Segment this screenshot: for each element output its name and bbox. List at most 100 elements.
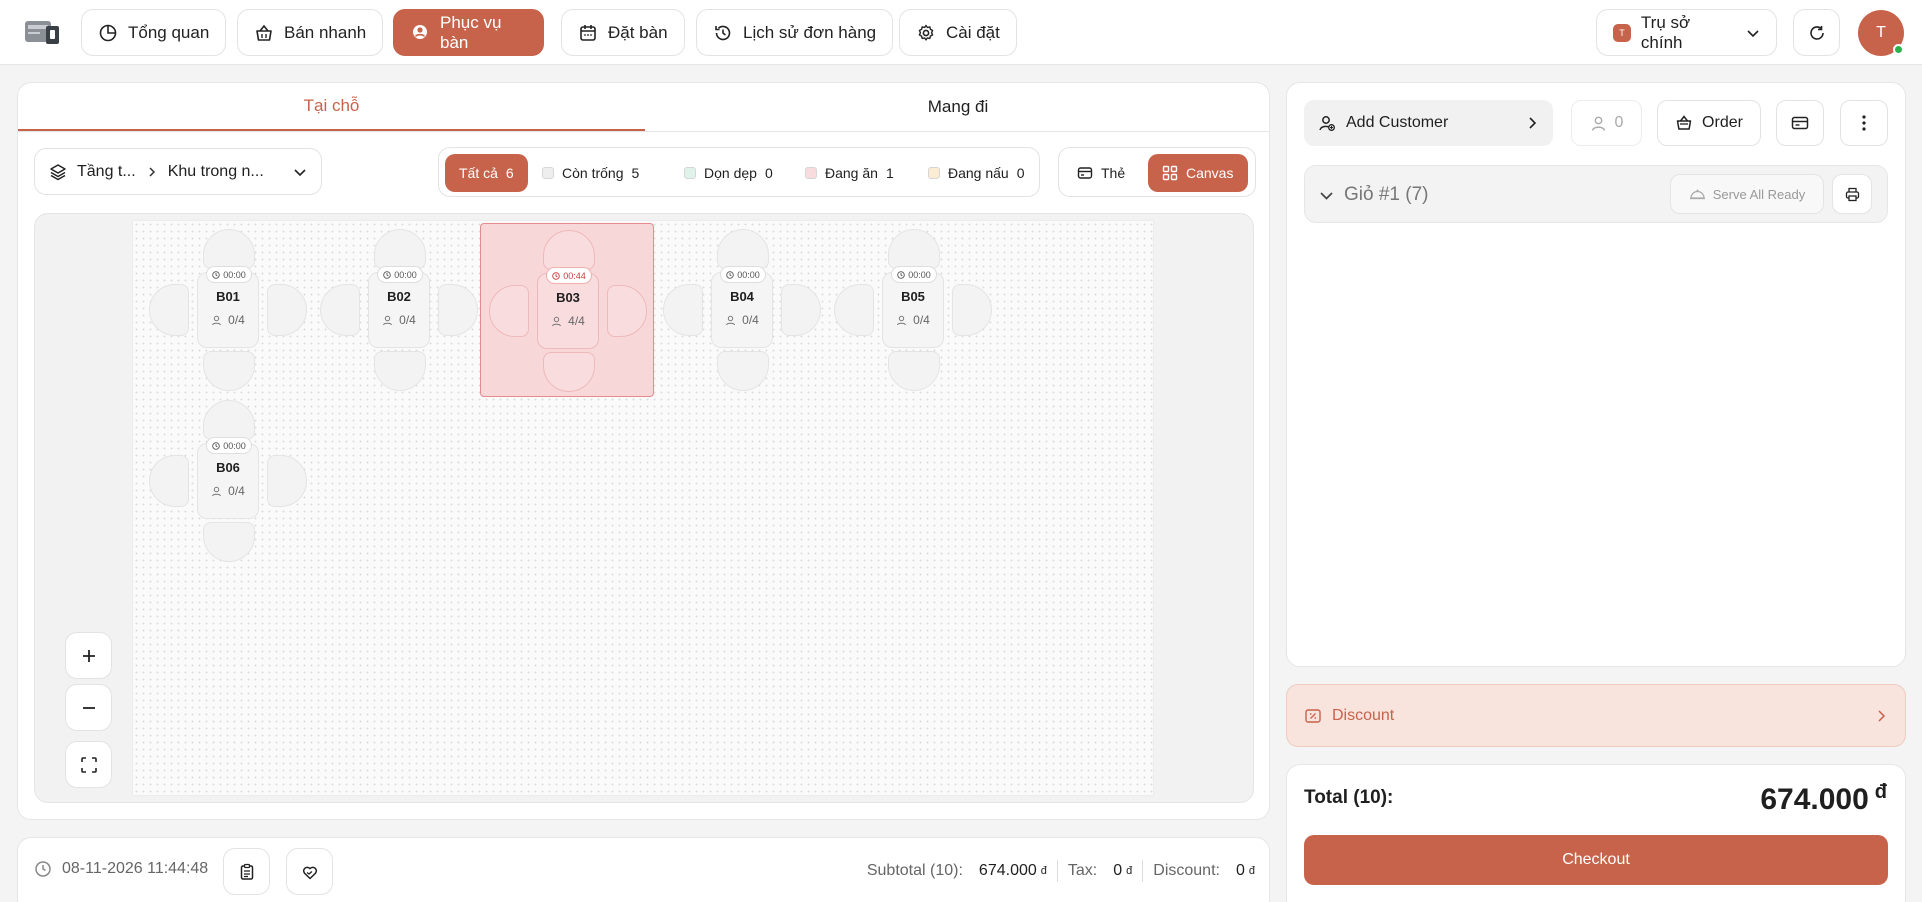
print-button[interactable] <box>1832 174 1872 214</box>
table-b03[interactable]: 00:44 B03 4/4 <box>480 223 654 397</box>
floor-canvas[interactable]: 00:00 B01 0/4 00:00 B02 0/4 00:44 B03 4/… <box>34 213 1254 803</box>
zoom-in-button[interactable] <box>65 632 112 679</box>
total-value: 674.000 <box>1760 783 1869 816</box>
view-canvas-button[interactable]: Canvas <box>1148 154 1248 192</box>
view-label: Canvas <box>1186 165 1234 181</box>
branch-badge: T <box>1613 23 1631 42</box>
cart-toggle[interactable]: Giỏ #1 (7) <box>1319 184 1428 206</box>
table-b05[interactable]: 00:00 B05 0/4 <box>826 223 1000 397</box>
tab-takeaway[interactable]: Mang đi <box>645 83 1269 131</box>
table-top: 00:00 B01 0/4 <box>197 266 259 348</box>
total-card: Total (10): 674.000 đ Checkout <box>1286 764 1906 902</box>
table-name: B02 <box>387 289 411 304</box>
heart-hand-button[interactable] <box>286 848 333 895</box>
checkout-label: Checkout <box>1562 851 1630 868</box>
branch-name: Trụ sở chính <box>1640 12 1691 52</box>
nav-label: Tổng quan <box>128 22 210 42</box>
total-label: Total (10): <box>1304 787 1394 808</box>
chair <box>267 284 307 336</box>
tax-label: Tax: <box>1067 862 1098 879</box>
nav-table-service[interactable]: Phục vụ bàn <box>393 9 544 56</box>
chair <box>374 229 426 269</box>
order-button[interactable]: Order <box>1657 100 1761 146</box>
timer-value: 00:00 <box>223 440 246 451</box>
guest-count: 0/4 <box>228 484 245 498</box>
tab-dine-in[interactable]: Tại chỗ <box>18 83 645 131</box>
clock-icon <box>897 270 905 279</box>
filter-all[interactable]: Tất cả 6 <box>445 154 528 192</box>
total-value-wrap: 674.000 đ <box>1760 781 1887 817</box>
serve-all-ready-button[interactable]: Serve All Ready <box>1670 174 1824 214</box>
user-add-icon <box>1318 114 1336 132</box>
guest-count-button[interactable]: 0 <box>1571 100 1642 146</box>
table-name: B06 <box>216 460 240 475</box>
discount-value: 0 <box>1235 862 1245 879</box>
filter-available[interactable]: Còn trống 5 <box>528 154 653 192</box>
nav-quick-sale[interactable]: Bán nhanh <box>237 9 384 56</box>
nav-label: Lịch sử đơn hàng <box>743 22 877 42</box>
branch-selector[interactable]: T Trụ sở chính <box>1596 9 1777 56</box>
table-b01[interactable]: 00:00 B01 0/4 <box>141 223 315 397</box>
nav-settings[interactable]: Cài đặt <box>899 9 1017 56</box>
chair <box>267 455 307 507</box>
clock-icon <box>383 270 391 279</box>
nav-overview[interactable]: Tổng quan <box>81 9 227 56</box>
table-guests: 0/4 <box>883 313 943 327</box>
floor-area-selector[interactable]: Tầng t... Khu trong n... <box>34 148 322 195</box>
clipboard-button[interactable] <box>223 848 270 895</box>
layers-icon <box>49 163 67 181</box>
view-card-button[interactable]: Thẻ <box>1063 154 1139 192</box>
table-top: 00:44 B03 4/4 <box>537 267 599 349</box>
chair <box>888 351 940 391</box>
status-swatch <box>805 167 817 179</box>
table-b06[interactable]: 00:00 B06 0/4 <box>141 394 315 568</box>
filter-cleaning[interactable]: Dọn dẹp 0 <box>670 154 787 192</box>
add-customer-button[interactable]: Add Customer <box>1304 100 1553 146</box>
logo-icon[interactable] <box>24 19 60 46</box>
table-name: B04 <box>730 289 754 304</box>
table-top: 00:00 B05 0/4 <box>882 266 944 348</box>
chair <box>374 351 426 391</box>
divider <box>1056 860 1058 882</box>
zoom-out-button[interactable] <box>65 684 112 731</box>
table-guests: 0/4 <box>369 313 429 327</box>
minus-icon <box>81 700 97 716</box>
currency-symbol: đ <box>1126 865 1133 877</box>
table-timer: 00:00 <box>720 266 766 283</box>
order-panel: Add Customer 0 Order Giỏ #1 (7) Serve Al… <box>1286 82 1906 667</box>
nav-order-history[interactable]: Lịch sử đơn hàng <box>696 9 894 56</box>
fit-screen-button[interactable] <box>65 741 112 788</box>
currency-symbol: đ <box>1874 781 1887 803</box>
tax-value: 0 <box>1113 862 1123 879</box>
filter-count: 1 <box>885 165 894 181</box>
chair <box>543 230 595 270</box>
table-b04[interactable]: 00:00 B04 0/4 <box>655 223 829 397</box>
refresh-icon <box>1808 24 1826 42</box>
table-guests: 0/4 <box>712 313 772 327</box>
payment-card-button[interactable] <box>1776 100 1824 146</box>
credit-card-icon <box>1791 114 1809 132</box>
table-b02[interactable]: 00:00 B02 0/4 <box>312 223 486 397</box>
datetime-text: 08-11-2026 11:44:48 <box>62 860 209 877</box>
more-options-button[interactable] <box>1840 100 1888 146</box>
chair <box>663 284 703 336</box>
nav-reservation[interactable]: Đặt bàn <box>561 9 685 56</box>
chair <box>781 284 821 336</box>
chevron-right-icon <box>146 166 158 178</box>
tabs-divider <box>18 131 1269 132</box>
tab-label: Tại chỗ <box>303 96 360 115</box>
table-guests: 4/4 <box>538 314 598 328</box>
refresh-button[interactable] <box>1793 9 1840 56</box>
filter-cooking[interactable]: Đang nấu 0 <box>914 154 1039 192</box>
chair <box>834 284 874 336</box>
clipboard-icon <box>238 863 256 881</box>
order-totals-summary: Subtotal (10): 674.000 đ Tax: 0đ Discount… <box>867 860 1255 882</box>
table-top: 00:00 B04 0/4 <box>711 266 773 348</box>
avatar[interactable]: T <box>1858 10 1904 56</box>
discount-button[interactable]: Discount <box>1286 684 1906 747</box>
chevron-down-icon <box>1746 26 1760 40</box>
timer-value: 00:00 <box>737 269 760 280</box>
waiter-icon <box>410 23 430 43</box>
checkout-button[interactable]: Checkout <box>1304 835 1888 885</box>
filter-eating[interactable]: Đang ăn 1 <box>791 154 908 192</box>
